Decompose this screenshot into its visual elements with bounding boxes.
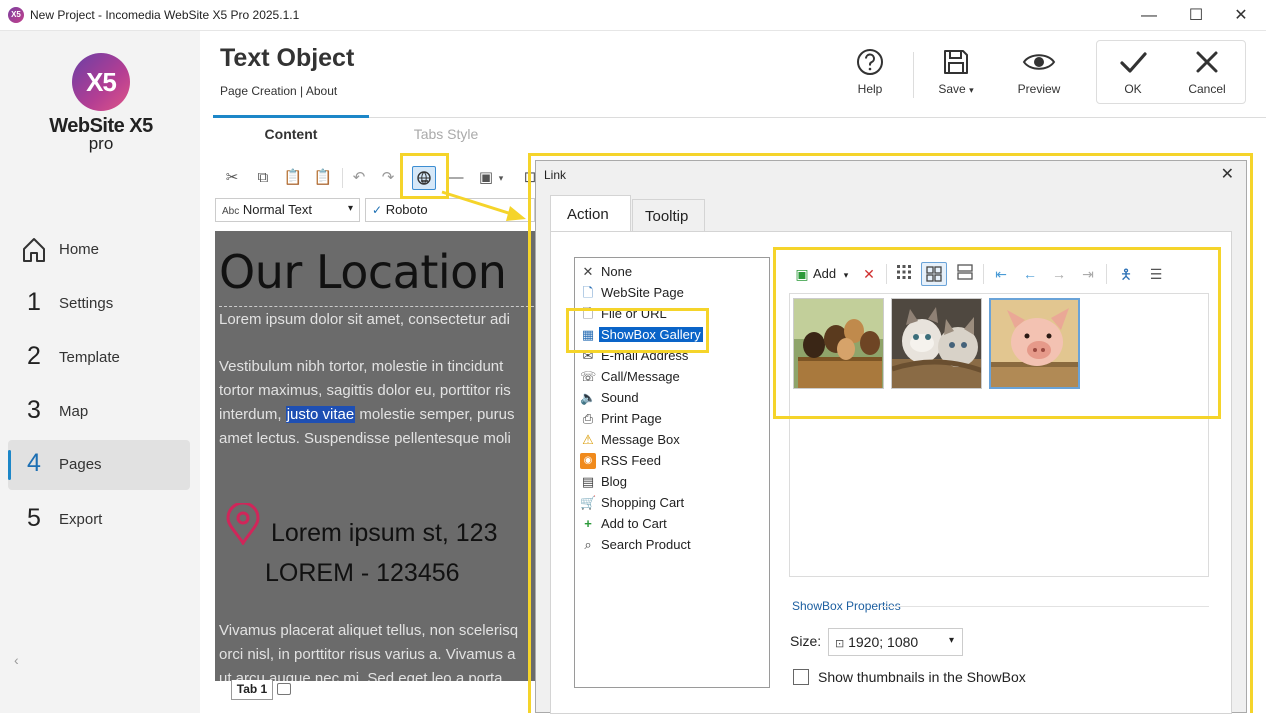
divider bbox=[342, 168, 343, 188]
window-title: New Project - Incomedia WebSite X5 Pro 2… bbox=[30, 8, 300, 22]
sidebar-item-label: Map bbox=[59, 403, 89, 420]
chevron-down-icon[interactable]: ▾ bbox=[496, 168, 506, 188]
step-number: 4 bbox=[27, 449, 41, 477]
editor-paragraph: ut arcu augue nec mi. Sed eget leo a por… bbox=[219, 670, 503, 681]
undo-icon[interactable]: ↶ bbox=[349, 168, 369, 188]
cancel-x-icon bbox=[1196, 51, 1218, 73]
tab-tabs-style[interactable]: Tabs Style bbox=[368, 118, 524, 154]
help-button[interactable]: Help bbox=[835, 46, 905, 102]
title-bar: X5 New Project - Incomedia WebSite X5 Pr… bbox=[0, 0, 1266, 31]
map-pin-icon bbox=[226, 503, 260, 545]
check-icon: ✓ bbox=[372, 203, 383, 217]
insert-image-icon[interactable]: ▣ bbox=[476, 168, 496, 188]
cancel-label: Cancel bbox=[1188, 82, 1226, 96]
sidebar-item-label: Pages bbox=[59, 456, 102, 473]
preview-button[interactable]: Preview bbox=[1004, 46, 1074, 102]
text-run: interdum, bbox=[219, 406, 286, 423]
arrow-icon bbox=[441, 190, 526, 221]
selected-text: justo vitae bbox=[285, 406, 356, 423]
sidebar: X5 WebSite X5 pro Home 1 Settings 2 Temp… bbox=[0, 31, 200, 713]
collapse-sidebar-icon[interactable]: ‹ bbox=[14, 652, 19, 668]
highlight-box bbox=[528, 153, 1253, 713]
minimize-button[interactable]: — bbox=[1126, 0, 1172, 31]
ok-button[interactable]: OK bbox=[1098, 46, 1168, 102]
highlight-box bbox=[773, 247, 1221, 419]
eye-icon bbox=[1022, 54, 1056, 70]
copy-icon[interactable]: ⧉ bbox=[253, 168, 273, 188]
sidebar-item-map[interactable]: 3 Map bbox=[8, 387, 190, 437]
highlight-box bbox=[566, 308, 709, 353]
editor-paragraph: Lorem ipsum dolor sit amet, consectetur … bbox=[219, 311, 510, 328]
editor-heading: Our Location bbox=[219, 245, 507, 299]
text-style-icon: Abc bbox=[222, 206, 240, 217]
tab-content[interactable]: Content bbox=[213, 118, 369, 154]
close-window-button[interactable]: ✕ bbox=[1218, 0, 1264, 31]
paste-text-icon[interactable]: 📋 bbox=[313, 168, 333, 188]
help-icon bbox=[857, 49, 883, 75]
chevron-down-icon: ▾ bbox=[347, 203, 353, 214]
address-line: Lorem ipsum st, 123 bbox=[271, 519, 498, 547]
step-number: 1 bbox=[27, 288, 41, 316]
paste-icon[interactable]: 📋 bbox=[283, 168, 303, 188]
paragraph-style-value: Normal Text bbox=[242, 202, 312, 217]
sidebar-item-export[interactable]: 5 Export bbox=[8, 495, 190, 545]
step-number: 5 bbox=[27, 504, 41, 532]
editor-paragraph: interdum, justo vitae molestie semper, p… bbox=[219, 403, 515, 427]
sidebar-item-settings[interactable]: 1 Settings bbox=[8, 279, 190, 329]
text-run: molestie semper, purus bbox=[355, 406, 515, 423]
redo-icon[interactable]: ↷ bbox=[378, 168, 398, 188]
logo: X5 bbox=[72, 53, 130, 111]
sidebar-item-label: Home bbox=[59, 241, 100, 258]
chevron-down-icon: ▾ bbox=[969, 85, 974, 95]
save-icon bbox=[944, 50, 968, 74]
app-icon: X5 bbox=[8, 7, 24, 23]
save-button[interactable]: Save ▾ bbox=[921, 46, 991, 102]
save-label: Save bbox=[938, 82, 966, 96]
preview-label: Preview bbox=[1017, 82, 1061, 96]
logo-edition: pro bbox=[88, 134, 114, 153]
divider bbox=[913, 52, 914, 98]
editor-paragraph: Vestibulum nibh tortor, molestie in tinc… bbox=[219, 358, 504, 375]
editor-paragraph: tortor maximus, sagittis dolor eu, portt… bbox=[219, 382, 511, 399]
editor-paragraph: orci nisl, in porttitor risus varius a. … bbox=[219, 646, 516, 663]
cut-icon[interactable]: ✂ bbox=[222, 168, 242, 188]
editor-tab-1[interactable]: Tab 1 bbox=[231, 680, 273, 700]
page-title: Text Object bbox=[220, 44, 355, 72]
breadcrumb: Page Creation | About bbox=[220, 84, 338, 98]
help-label: Help bbox=[857, 82, 883, 96]
sidebar-item-label: Template bbox=[59, 349, 120, 366]
sidebar-item-home[interactable]: Home bbox=[8, 225, 190, 275]
text-editor-canvas[interactable]: Our Location Lorem ipsum dolor sit amet,… bbox=[215, 231, 536, 681]
editor-paragraph: Vivamus placerat aliquet tellus, non sce… bbox=[219, 622, 519, 639]
address-line: LOREM - 123456 bbox=[265, 559, 460, 587]
sidebar-item-template[interactable]: 2 Template bbox=[8, 333, 190, 383]
horizontal-line-icon[interactable]: — bbox=[446, 168, 466, 188]
sidebar-item-label: Settings bbox=[59, 295, 114, 312]
add-tab-icon[interactable] bbox=[277, 683, 291, 695]
maximize-button[interactable]: ☐ bbox=[1173, 0, 1219, 31]
sidebar-item-pages[interactable]: 4 Pages bbox=[8, 440, 190, 490]
sidebar-item-label: Export bbox=[59, 511, 103, 528]
home-icon bbox=[23, 238, 45, 262]
font-family-value: Roboto bbox=[385, 202, 428, 217]
step-number: 3 bbox=[27, 396, 41, 424]
divider bbox=[219, 306, 536, 307]
cancel-button[interactable]: Cancel bbox=[1172, 46, 1242, 102]
editor-paragraph: amet lectus. Suspendisse pellentesque mo… bbox=[219, 430, 511, 447]
paragraph-style-select[interactable]: Abc Normal Text ▾ bbox=[215, 198, 360, 222]
ok-label: OK bbox=[1124, 82, 1142, 96]
checkmark-icon bbox=[1120, 52, 1147, 73]
step-number: 2 bbox=[27, 342, 41, 370]
